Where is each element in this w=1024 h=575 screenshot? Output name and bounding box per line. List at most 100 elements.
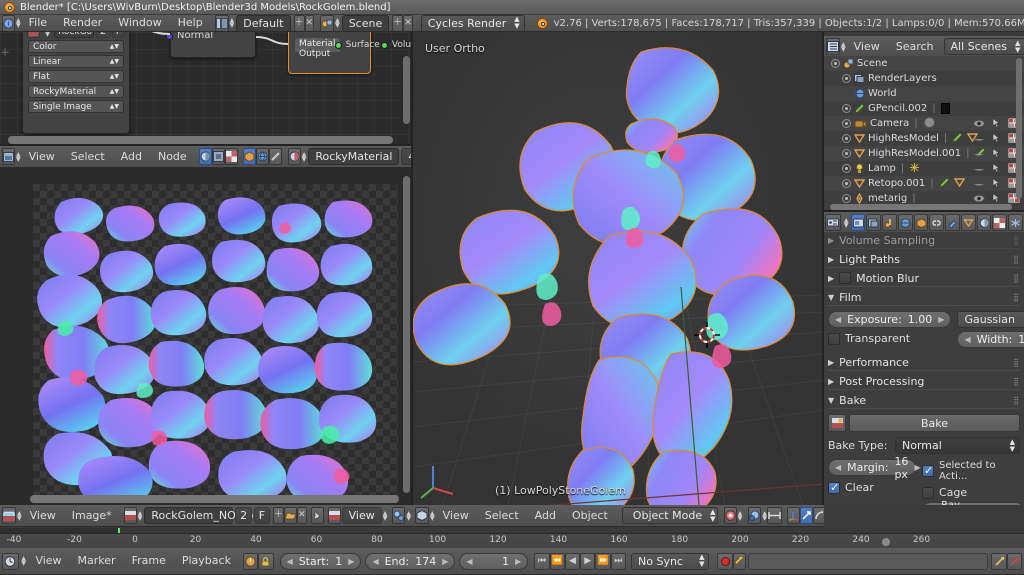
delete-keyframe-icon[interactable]: [1006, 552, 1023, 570]
expand-toggle-icon[interactable]: [842, 119, 851, 128]
node-menu-add[interactable]: Add: [113, 146, 150, 167]
outliner-row-world[interactable]: World: [824, 86, 1024, 101]
restrict-select-icon[interactable]: [992, 192, 1001, 204]
outliner-menu-search[interactable]: Search: [888, 36, 942, 57]
jump-to-start-icon[interactable]: ⏮: [534, 552, 550, 570]
view3d-menu-add[interactable]: Add: [527, 505, 564, 526]
mesh-data-icon[interactable]: [953, 177, 965, 191]
expand-toggle-icon[interactable]: [842, 104, 851, 113]
image-users-button[interactable]: 2: [235, 507, 252, 524]
light-paths-grip[interactable]: ⣿: [1013, 255, 1020, 264]
menu-file[interactable]: File: [21, 15, 55, 31]
translate-manipulator-icon[interactable]: [800, 507, 814, 524]
film-grip[interactable]: ⣿: [1013, 293, 1020, 302]
separator-outliner-properties[interactable]: [824, 210, 1024, 212]
restrict-view-icon[interactable]: [973, 193, 985, 204]
editor-type-properties-icon[interactable]: [825, 214, 841, 231]
modifiers-tab-icon[interactable]: [945, 214, 960, 231]
insert-keyframe-icon[interactable]: [991, 552, 1007, 570]
sync-mode-select[interactable]: No Sync ▲ ▼: [631, 552, 710, 570]
image-menu-image[interactable]: Image*: [64, 505, 120, 526]
image-browse-icon[interactable]: [27, 32, 40, 38]
menu-window[interactable]: Window: [110, 15, 169, 31]
properties-type-spinner[interactable]: ▲ ▼: [843, 217, 850, 228]
use-preview-range-icon[interactable]: [242, 552, 259, 570]
jump-to-prev-keyframe-icon[interactable]: ⏪: [549, 552, 565, 570]
selected-to-active-row[interactable]: Selected to Acti...: [922, 460, 1024, 482]
width-left-arrow-icon[interactable]: ◀: [964, 335, 970, 344]
manipulator-axes-icon[interactable]: [787, 507, 801, 524]
exposure-right-arrow-icon[interactable]: ▶: [938, 315, 944, 324]
view3d-menu-object[interactable]: Object: [564, 505, 616, 526]
image-view-mode-icon[interactable]: [327, 507, 341, 524]
particles-tab-icon[interactable]: [1008, 214, 1023, 231]
timeline-menu-frame[interactable]: Frame: [124, 550, 174, 572]
expand-toggle-icon[interactable]: [831, 59, 840, 68]
camera-data-icon[interactable]: [923, 116, 936, 131]
menu-render[interactable]: Render: [55, 15, 110, 31]
performance-grip[interactable]: ⣿: [1013, 358, 1020, 367]
keying-set-field[interactable]: [748, 552, 989, 570]
margin-right-arrow-icon[interactable]: ▶: [914, 463, 920, 472]
delete-screen-icon[interactable]: ✕: [304, 15, 315, 31]
node-image-name[interactable]: RockGo: [54, 32, 95, 38]
texture-properties-tab-icon[interactable]: [992, 214, 1008, 231]
bake-op-icon[interactable]: [828, 414, 846, 432]
expand-toggle-icon[interactable]: [842, 164, 851, 173]
bake-cage-checkbox[interactable]: [922, 486, 934, 499]
panel-motion-blur[interactable]: ▶ Motion Blur ⣿: [828, 270, 1020, 287]
outliner-row-scene[interactable]: Scene: [824, 56, 1024, 71]
outliner-menu-view[interactable]: View: [846, 36, 888, 57]
uv-snap-icon[interactable]: [392, 507, 406, 524]
rotate-manipulator-icon[interactable]: [813, 507, 824, 524]
node-extension-select[interactable]: RockyMaterial ▲▼: [28, 85, 124, 98]
texture-nodes-icon[interactable]: [224, 148, 238, 165]
modifier-pencil-icon[interactable]: [952, 131, 963, 146]
expand-toggle-icon[interactable]: [842, 179, 851, 188]
film-transparent-checkbox[interactable]: [828, 332, 840, 345]
auto-keyframe-icon[interactable]: [717, 552, 733, 570]
restrict-view-icon[interactable]: [973, 163, 985, 174]
viewport-3d-area[interactable]: User Ortho (1) LowPolyStoneGolem: [413, 32, 824, 505]
bake-type-select[interactable]: Normal ▲ ▼: [895, 437, 1020, 454]
outliner-restrict-toggles[interactable]: [973, 162, 1021, 174]
image-view-mode-button[interactable]: View: [341, 507, 382, 524]
lamp-data-icon[interactable]: [909, 162, 920, 176]
current-frame-field[interactable]: ◀ 1 ▶: [459, 552, 529, 570]
uv-image-canvas[interactable]: [33, 184, 398, 497]
compositor-nodes-icon[interactable]: [211, 148, 225, 165]
outliner-row-lamp[interactable]: Lamp |: [824, 161, 1024, 176]
open-image-icon[interactable]: [284, 507, 298, 524]
panel-performance[interactable]: ▶ Performance ⣿: [828, 354, 1020, 371]
outliner-restrict-toggles[interactable]: [973, 192, 1021, 204]
post-processing-grip[interactable]: ⣿: [1013, 377, 1020, 386]
uv-snap-spinner[interactable]: ▲ ▼: [406, 510, 411, 521]
menu-help[interactable]: Help: [170, 15, 211, 31]
bake-clear-row[interactable]: Clear: [828, 481, 916, 494]
screen-layout-field[interactable]: Default: [236, 15, 291, 31]
uv-editor-hscrollbar[interactable]: [30, 495, 399, 503]
render-properties-tab-icon[interactable]: [850, 214, 866, 231]
node-menu-select[interactable]: Select: [63, 146, 113, 167]
linestyle-shading-icon[interactable]: [268, 148, 282, 165]
material-name-field[interactable]: RockyMaterial: [308, 148, 400, 165]
play-icon[interactable]: ▶: [580, 552, 596, 570]
jump-to-end-icon[interactable]: ⏭: [610, 552, 626, 570]
node-image-texture[interactable]: Alpha ▲▼ RockGo 2 F Color▲▼ Linear▲▼ Fla…: [22, 32, 130, 134]
timeline-type-spinner[interactable]: ▲ ▼: [20, 556, 27, 567]
restrict-view-icon[interactable]: [973, 178, 985, 189]
node-editor-left-arrow-icon[interactable]: ＋: [0, 44, 12, 59]
restrict-view-icon[interactable]: [973, 148, 985, 159]
separator-node-uv[interactable]: [0, 144, 413, 146]
gpencil-color-swatch[interactable]: [940, 103, 950, 114]
panel-volume-sampling[interactable]: ▶ Volume Sampling ⣿: [828, 232, 1020, 249]
node-image-users[interactable]: 2: [96, 32, 110, 38]
object-data-tab-icon[interactable]: [960, 214, 976, 231]
panel-bake[interactable]: ▼ Bake ⣿: [828, 392, 1020, 409]
node-projection-select[interactable]: Flat ▲▼: [28, 70, 124, 83]
restrict-view-icon[interactable]: [973, 118, 985, 129]
view3d-menu-select[interactable]: Select: [477, 505, 527, 526]
lock-frame-icon[interactable]: [258, 552, 274, 570]
editor-type-outliner-icon[interactable]: [826, 38, 840, 55]
render-layers-tab-icon[interactable]: [866, 214, 882, 231]
